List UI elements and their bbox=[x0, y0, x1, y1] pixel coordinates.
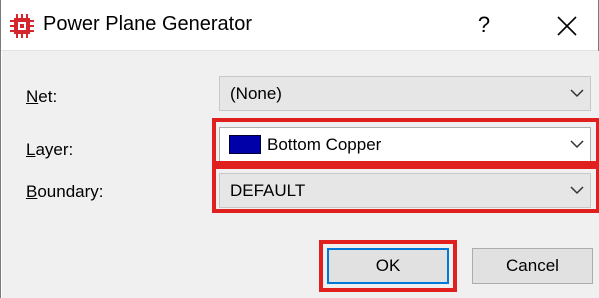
cancel-button[interactable]: Cancel bbox=[472, 248, 593, 284]
net-label-text: et: bbox=[38, 87, 58, 106]
boundary-label: Boundary: bbox=[26, 182, 104, 202]
layer-highlight-box bbox=[212, 118, 599, 165]
net-value: (None) bbox=[230, 84, 282, 103]
net-dropdown[interactable]: (None) bbox=[219, 76, 591, 111]
ok-highlight-box bbox=[319, 240, 457, 292]
layer-label-text: ayer: bbox=[35, 140, 74, 159]
boundary-label-accesskey: B bbox=[26, 182, 38, 201]
net-label-accesskey: N bbox=[26, 87, 39, 106]
title-bar[interactable]: Power Plane Generator ? bbox=[1, 0, 598, 51]
power-plane-generator-dialog: Power Plane Generator ? Net: (None) Laye… bbox=[0, 0, 599, 298]
window-title: Power Plane Generator bbox=[43, 13, 253, 35]
boundary-highlight-box bbox=[212, 165, 599, 213]
help-button[interactable]: ? bbox=[461, 2, 507, 48]
layer-label: Layer: bbox=[26, 140, 73, 160]
net-label: Net: bbox=[26, 87, 57, 107]
close-button[interactable] bbox=[541, 2, 593, 48]
chip-icon bbox=[10, 14, 34, 38]
close-icon bbox=[557, 16, 577, 36]
chevron-down-icon bbox=[570, 89, 584, 98]
dialog-body: Net: (None) Layer: Bottom Copper Boundar… bbox=[2, 51, 599, 298]
boundary-label-text: oundary: bbox=[37, 182, 104, 201]
